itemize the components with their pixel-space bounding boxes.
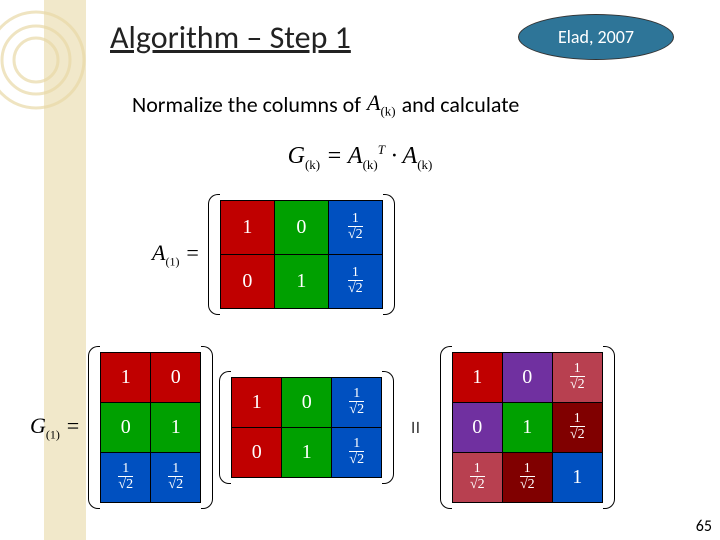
equation-center: G(k) = A(k)T · A(k) bbox=[0, 142, 720, 173]
matrix-G-right: 101√2011√21√21√21 bbox=[442, 348, 613, 507]
row-top: A(1) = 101√2011√2 bbox=[152, 196, 393, 313]
label-A1: A(1) = bbox=[152, 240, 200, 269]
row-bottom: G(1) = 10011√21√2 101√2011√2 = 101√2011√… bbox=[30, 348, 613, 507]
sentence-part1: Normalize the columns of bbox=[132, 91, 361, 118]
matrix-A-mid: 101√2011√2 bbox=[221, 373, 392, 482]
label-G1: G(1) = bbox=[30, 413, 80, 442]
sentence: Normalize the columns of A(k) and calcul… bbox=[132, 90, 519, 119]
citation-badge: Elad, 2007 bbox=[518, 14, 674, 60]
matrix-A-top: 101√2011√2 bbox=[210, 196, 393, 313]
equals-rotated: = bbox=[404, 421, 431, 435]
page-title: Algorithm – Step 1 bbox=[110, 18, 351, 57]
matrix-G-left: 10011√21√2 bbox=[90, 348, 211, 507]
slide-number: 65 bbox=[696, 517, 712, 536]
sentence-part2: and calculate bbox=[402, 91, 520, 118]
sentence-var: A(k) bbox=[367, 90, 396, 119]
